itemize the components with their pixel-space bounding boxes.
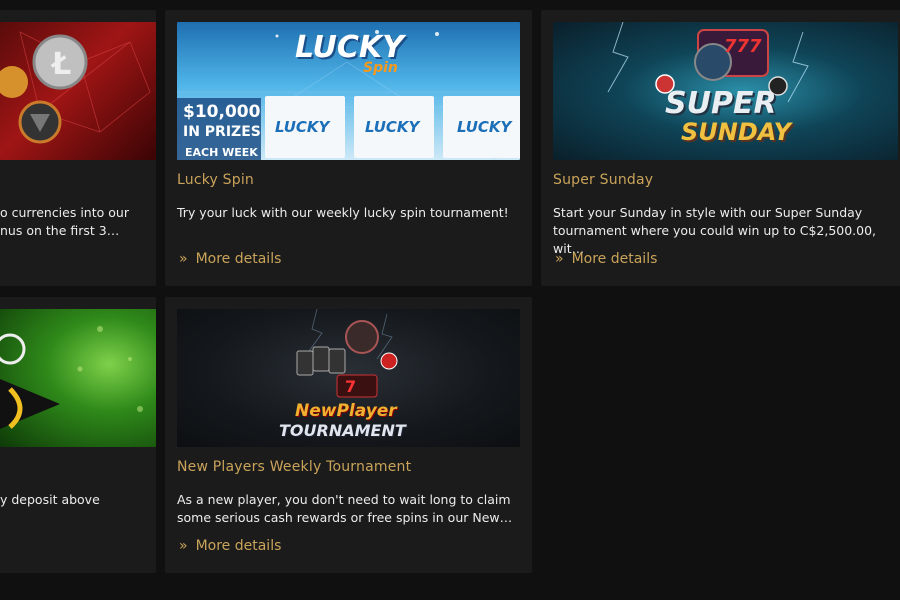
promo-card-new-players[interactable]: 7 NewPlayer TOURNAMENT New Players Weekl…	[165, 297, 532, 573]
promo-desc-line: As a new player, you don't need to wait …	[177, 492, 511, 507]
promo-banner-new-players[interactable]: 7 NewPlayer TOURNAMENT	[177, 309, 520, 447]
super-sunday-word1: SUPER	[665, 86, 777, 121]
deposit-banner-art	[0, 326, 143, 429]
more-details-link[interactable]: » More details	[179, 538, 281, 554]
prize-label: IN PRIZES	[183, 124, 261, 140]
promo-desc-line: nus on the first 3…	[0, 223, 120, 238]
promo-desc-line: Try your luck with our weekly lucky spin…	[177, 205, 509, 220]
reel-label: LUCKY	[457, 118, 512, 136]
promo-banner-deposit[interactable]	[0, 309, 156, 447]
promo-desc: Try your luck with our weekly lucky spin…	[177, 204, 522, 222]
more-details-link[interactable]: » More details	[179, 251, 281, 267]
promo-card-deposit[interactable]: y deposit above	[0, 297, 156, 573]
prize-frequency: EACH WEEK	[185, 146, 258, 159]
more-details-label: More details	[571, 251, 658, 267]
reel-label: LUCKY	[275, 118, 330, 136]
crypto-banner-art: Ł	[0, 31, 151, 144]
promo-desc: y deposit above	[0, 491, 146, 509]
promo-desc: o currencies into our nus on the first 3…	[0, 204, 146, 240]
lucky-spin-logo-sub: Spin	[363, 60, 398, 76]
promo-card-super-sunday[interactable]: 777 SUPER SUNDAY Super Sunday Start your…	[541, 10, 900, 286]
promo-desc-line: o currencies into our	[0, 205, 129, 220]
promo-desc-line: y deposit above	[0, 492, 100, 507]
promo-card-crypto[interactable]: Ł o currencies into our nus on the first…	[0, 10, 156, 286]
more-details-label: More details	[195, 251, 282, 267]
new-player-word1: NewPlayer	[295, 401, 397, 421]
super-sunday-word2: SUNDAY	[681, 118, 791, 146]
promo-banner-crypto[interactable]: Ł	[0, 22, 156, 160]
promo-title[interactable]: New Players Weekly Tournament	[177, 459, 411, 475]
more-details-link[interactable]: » More details	[555, 251, 657, 267]
double-chevron-right-icon: »	[179, 251, 188, 267]
more-details-label: More details	[195, 538, 282, 554]
slot-number: 777	[724, 36, 762, 57]
new-player-word2: TOURNAMENT	[279, 421, 406, 440]
promo-desc-line: some serious cash rewards or free spins …	[177, 510, 513, 525]
promo-banner-lucky-spin[interactable]: LUCKY Spin $10,000 IN PRIZES EACH WEEK L…	[177, 22, 520, 160]
svg-text:Ł: Ł	[50, 47, 71, 82]
svg-text:7: 7	[345, 377, 356, 396]
promo-desc: As a new player, you don't need to wait …	[177, 491, 522, 527]
promo-desc: Start your Sunday in style with our Supe…	[553, 204, 898, 258]
promo-banner-super-sunday[interactable]: 777 SUPER SUNDAY	[553, 22, 898, 160]
double-chevron-right-icon: »	[179, 538, 188, 554]
promo-desc-line: Start your Sunday in style with our Supe…	[553, 205, 863, 220]
promo-card-lucky-spin[interactable]: LUCKY Spin $10,000 IN PRIZES EACH WEEK L…	[165, 10, 532, 286]
promotions-grid: Ł o currencies into our nus on the first…	[0, 0, 900, 600]
promo-title[interactable]: Lucky Spin	[177, 172, 254, 188]
double-chevron-right-icon: »	[555, 251, 564, 267]
reel-label: LUCKY	[365, 118, 420, 136]
promo-title[interactable]: Super Sunday	[553, 172, 653, 188]
prize-amount: $10,000	[183, 102, 261, 122]
